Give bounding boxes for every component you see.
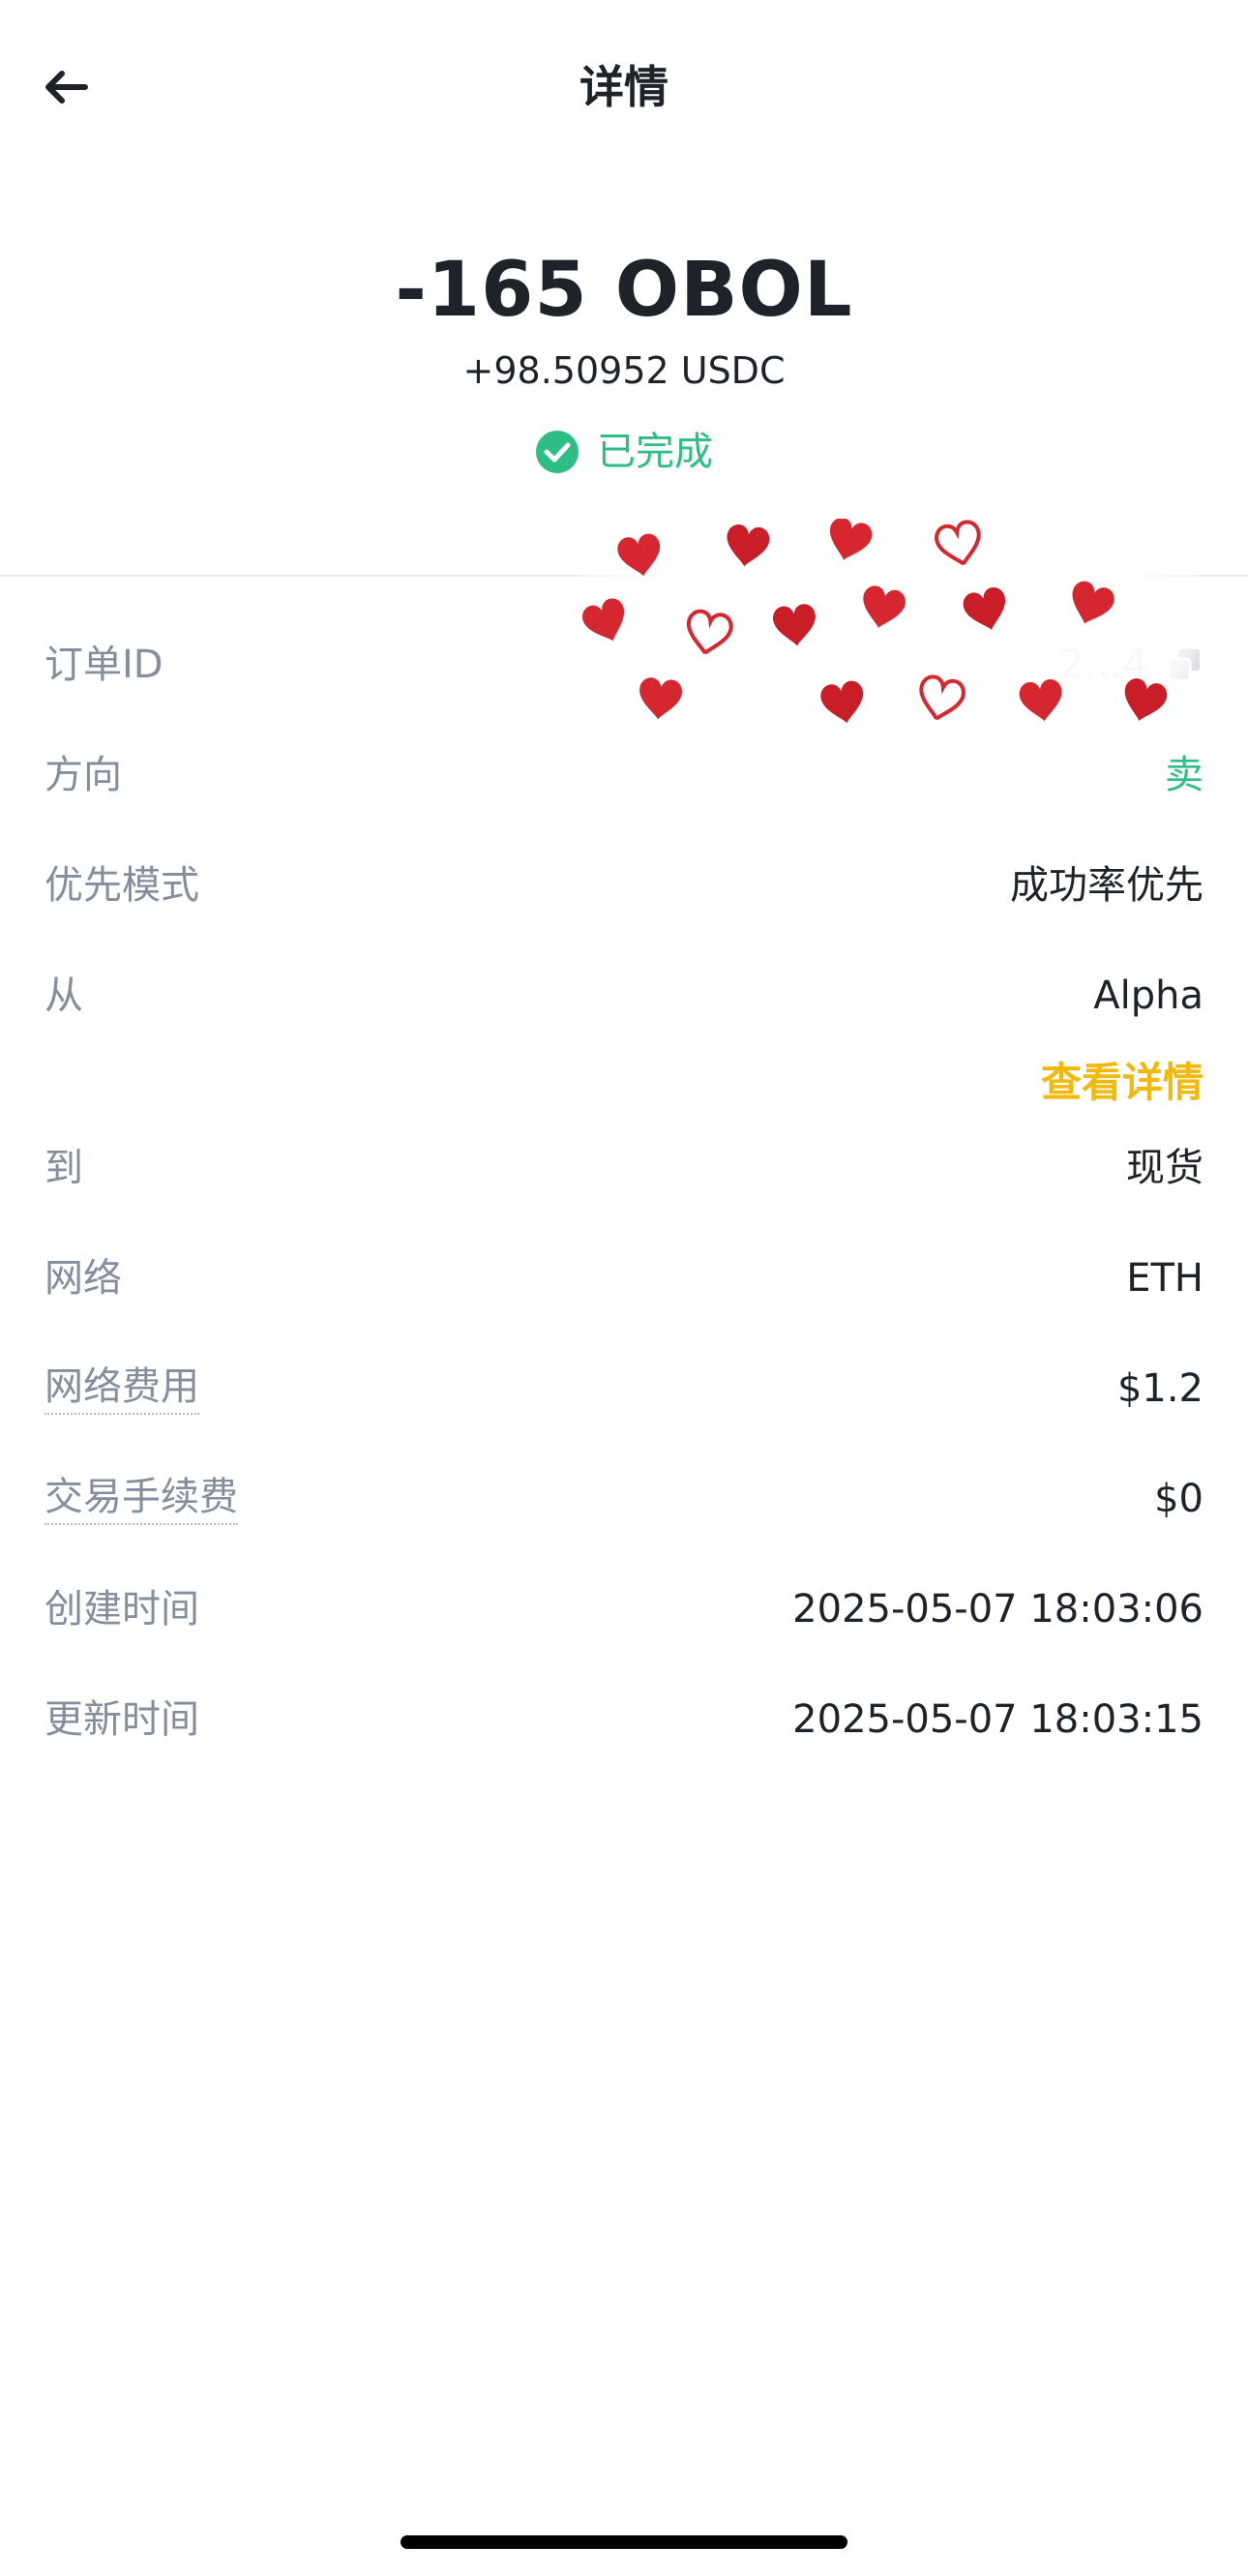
network-fee-value: $1.2 <box>1116 1366 1203 1411</box>
network-label: 网络 <box>45 1256 122 1301</box>
to-value: 现货 <box>1126 1146 1203 1190</box>
from-label: 从 <box>45 973 83 1018</box>
trading-fee-value: $0 <box>1154 1477 1203 1521</box>
network-value: ETH <box>1126 1256 1203 1301</box>
view-details-link[interactable]: 查看详情 <box>1041 1057 1203 1109</box>
order-id-value: 2…4 <box>1059 643 1147 687</box>
details-list: 订单ID 2…4 方向 卖 优先模式 成功率优先 从 Alpha 查看详情 到 … <box>45 639 1203 1804</box>
order-id-row: 订单ID 2…4 <box>45 639 1203 749</box>
order-id-label: 订单ID <box>45 643 163 687</box>
direction-value: 卖 <box>1165 753 1203 797</box>
network-row: 网络 ETH <box>45 1252 1203 1363</box>
copy-icon[interactable] <box>1165 645 1203 684</box>
from-value: Alpha <box>1093 973 1203 1018</box>
divider <box>0 575 1248 577</box>
from-value-stack: Alpha 查看详情 <box>1041 970 1203 1109</box>
priority-value: 成功率优先 <box>1010 863 1203 908</box>
priority-label: 优先模式 <box>45 863 199 908</box>
updated-time-value: 2025-05-07 18:03:15 <box>792 1697 1203 1742</box>
order-id-value-wrap: 2…4 <box>1059 639 1203 691</box>
header-bar: 详情 <box>0 0 1248 184</box>
updated-time-row: 更新时间 2025-05-07 18:03:15 <box>45 1693 1203 1804</box>
priority-row: 优先模式 成功率优先 <box>45 859 1203 970</box>
created-time-value: 2025-05-07 18:03:06 <box>792 1587 1203 1632</box>
status-badge: 已完成 <box>535 428 713 476</box>
trading-fee-row: 交易手续费 $0 <box>45 1473 1203 1583</box>
status-text: 已完成 <box>597 430 713 474</box>
direction-row: 方向 卖 <box>45 749 1203 859</box>
transaction-summary: -165 OBOL +98.50952 USDC 已完成 <box>0 242 1248 478</box>
created-time-label: 创建时间 <box>45 1587 199 1632</box>
network-fee-label[interactable]: 网络费用 <box>45 1363 199 1415</box>
amount-received: +98.50952 USDC <box>462 349 786 392</box>
trading-fee-label[interactable]: 交易手续费 <box>45 1473 238 1525</box>
created-time-row: 创建时间 2025-05-07 18:03:06 <box>45 1583 1203 1693</box>
from-row: 从 Alpha 查看详情 <box>45 970 1203 1142</box>
check-circle-icon <box>536 431 579 473</box>
home-indicator <box>401 2535 847 2549</box>
direction-label: 方向 <box>45 753 122 797</box>
page-title: 详情 <box>579 61 669 113</box>
amount-sent: -165 OBOL <box>395 247 853 334</box>
updated-time-label: 更新时间 <box>45 1697 199 1742</box>
to-row: 到 现货 <box>45 1142 1203 1252</box>
network-fee-row: 网络费用 $1.2 <box>45 1363 1203 1473</box>
to-label: 到 <box>45 1146 83 1190</box>
